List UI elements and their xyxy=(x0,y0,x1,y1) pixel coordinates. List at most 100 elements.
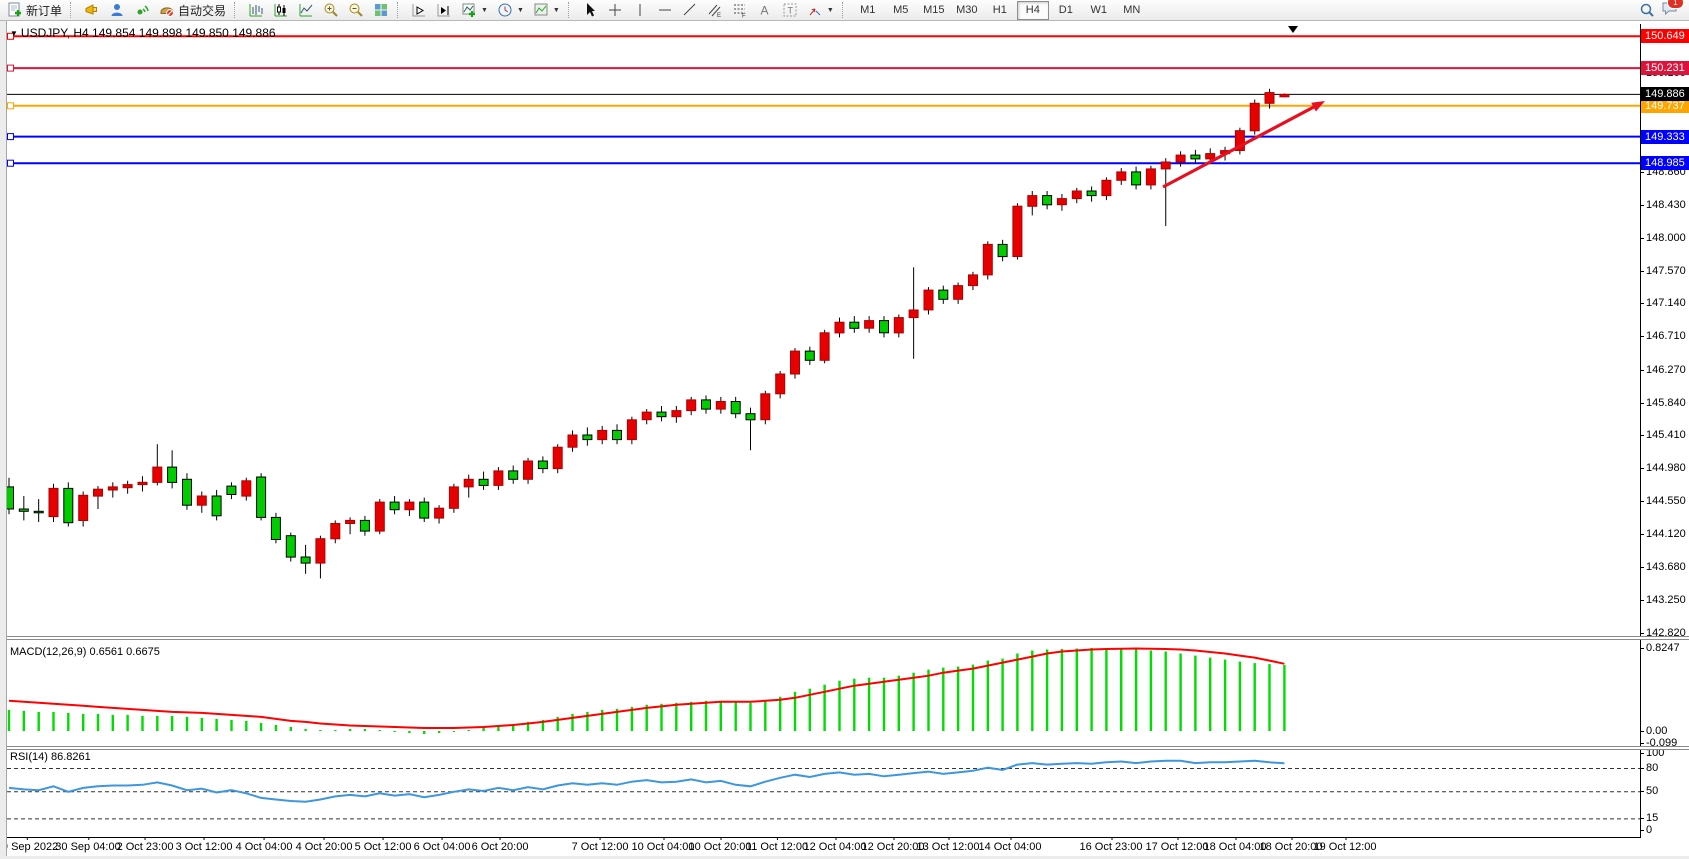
text-tool-button[interactable]: A xyxy=(753,0,777,21)
candle-body xyxy=(34,511,43,513)
candle-body xyxy=(627,420,636,440)
timeframe-button-m5[interactable]: M5 xyxy=(885,1,917,20)
macd-hist-bar xyxy=(304,729,306,731)
macd-hist-bar xyxy=(379,730,381,731)
trendline-tool-button[interactable] xyxy=(678,0,702,21)
timeframe-button-m30[interactable]: M30 xyxy=(951,1,983,20)
equidistant-channel-icon: E xyxy=(707,2,723,18)
price-tick-label: 143.680 xyxy=(1646,561,1686,574)
cursor-tool-button[interactable] xyxy=(578,0,602,21)
vertical-line-tool-button[interactable] xyxy=(628,0,652,21)
macd-hist-bar xyxy=(215,719,217,731)
candle-body xyxy=(1161,162,1170,169)
chat-button[interactable]: 1 xyxy=(1661,0,1678,21)
search-icon[interactable] xyxy=(1639,2,1655,18)
time-tick-label: 3 Oct 12:00 xyxy=(176,841,233,853)
candle-body xyxy=(257,477,266,517)
macd-hist-bar xyxy=(987,661,989,731)
candle-body xyxy=(271,517,280,539)
macd-hist-bar xyxy=(1105,649,1107,732)
macd-hist-bar xyxy=(705,701,707,731)
timeframe-button-mn[interactable]: MN xyxy=(1116,1,1148,20)
candle-body xyxy=(1057,199,1066,205)
shapes-tool-button[interactable]: ▼ xyxy=(803,0,838,21)
candle-body xyxy=(805,351,814,360)
label-tool-button[interactable]: T xyxy=(778,0,802,21)
price-tick-label: 143.250 xyxy=(1646,594,1686,607)
candle-body xyxy=(94,489,103,496)
chevron-down-icon: ▼ xyxy=(553,7,560,14)
auto-scroll-button[interactable] xyxy=(407,0,431,21)
channel-tool-button[interactable]: E xyxy=(703,0,727,21)
main-chart-pane[interactable] xyxy=(7,24,1640,636)
macd-hist-bar xyxy=(82,714,84,731)
arrows-icon xyxy=(807,2,823,18)
candle-body xyxy=(1072,191,1081,199)
macd-hist-bar xyxy=(423,731,425,734)
tile-windows-button[interactable] xyxy=(369,0,393,21)
candle-body xyxy=(7,487,14,509)
timeframe-button-m15[interactable]: M15 xyxy=(918,1,950,20)
hline-price-label: 150.231 xyxy=(1641,61,1689,75)
candle-body xyxy=(464,479,473,487)
chart-shift-button[interactable] xyxy=(432,0,456,21)
macd-hist-bar xyxy=(972,665,974,731)
time-tick-label: 10 Oct 04:00 xyxy=(632,841,695,853)
time-tick-label: 14 Oct 04:00 xyxy=(979,841,1042,853)
macd-hist-bar xyxy=(201,718,203,731)
candle-body xyxy=(123,485,132,488)
rsi-pane[interactable] xyxy=(7,749,1640,837)
macd-hist-bar xyxy=(290,727,292,731)
chevron-down-icon: ▼ xyxy=(827,7,834,14)
macd-hist-bar xyxy=(1076,649,1078,732)
toolbar-separator xyxy=(568,2,573,18)
candlestick-button[interactable] xyxy=(269,0,293,21)
time-tick-label: 7 Oct 12:00 xyxy=(572,841,629,853)
pane-splitter[interactable] xyxy=(0,636,1689,640)
chart-menu-icon[interactable]: ▼ xyxy=(10,29,18,38)
signals-button[interactable] xyxy=(130,0,154,21)
crosshair-tool-button[interactable] xyxy=(603,0,627,21)
macd-hist-bar xyxy=(408,731,410,733)
candle-body xyxy=(316,539,325,563)
timeframe-button-w1[interactable]: W1 xyxy=(1083,1,1115,20)
timeframe-button-d1[interactable]: D1 xyxy=(1050,1,1082,20)
horizontal-line-tool-button[interactable] xyxy=(653,0,677,21)
macd-hist-bar xyxy=(23,711,25,731)
hline-price-label: 150.649 xyxy=(1641,29,1689,43)
fibonacci-icon: F xyxy=(732,2,748,18)
auto-trading-button[interactable]: 自动交易 xyxy=(155,0,230,21)
templates-button[interactable]: ▼ xyxy=(529,0,564,21)
candle-body xyxy=(894,318,903,333)
time-tick-label: 13 Oct 12:00 xyxy=(917,841,980,853)
macd-hist-bar xyxy=(749,703,751,731)
person-icon xyxy=(109,2,125,18)
clock-icon xyxy=(497,2,513,18)
candle-body xyxy=(79,495,88,520)
candle-body xyxy=(479,479,488,485)
line-chart-button[interactable] xyxy=(294,0,318,21)
candlestick-icon xyxy=(273,2,289,18)
timeframe-button-h4[interactable]: H4 xyxy=(1017,1,1049,20)
macd-hist-bar xyxy=(1209,658,1211,731)
macd-pane[interactable] xyxy=(7,640,1640,746)
chart-shift-icon xyxy=(436,2,452,18)
crosshair-icon xyxy=(607,2,623,18)
candle-body xyxy=(998,244,1007,256)
candle-body xyxy=(716,402,725,410)
fibonacci-tool-button[interactable]: F xyxy=(728,0,752,21)
market-button[interactable] xyxy=(105,0,129,21)
new-order-button[interactable]: 新订单 xyxy=(3,0,66,21)
zoom-out-button[interactable] xyxy=(344,0,368,21)
pane-splitter[interactable] xyxy=(0,746,1689,750)
macd-hist-bar xyxy=(1194,656,1196,731)
timeframe-button-h1[interactable]: H1 xyxy=(984,1,1016,20)
timeframe-button-m1[interactable]: M1 xyxy=(852,1,884,20)
new-chart-button[interactable]: ▼ xyxy=(457,0,492,21)
zoom-in-button[interactable] xyxy=(319,0,343,21)
periods-button[interactable]: ▼ xyxy=(493,0,528,21)
bar-chart-button[interactable] xyxy=(244,0,268,21)
candle-body xyxy=(835,322,844,333)
alerts-button[interactable] xyxy=(80,0,104,21)
candle-body xyxy=(687,400,696,411)
